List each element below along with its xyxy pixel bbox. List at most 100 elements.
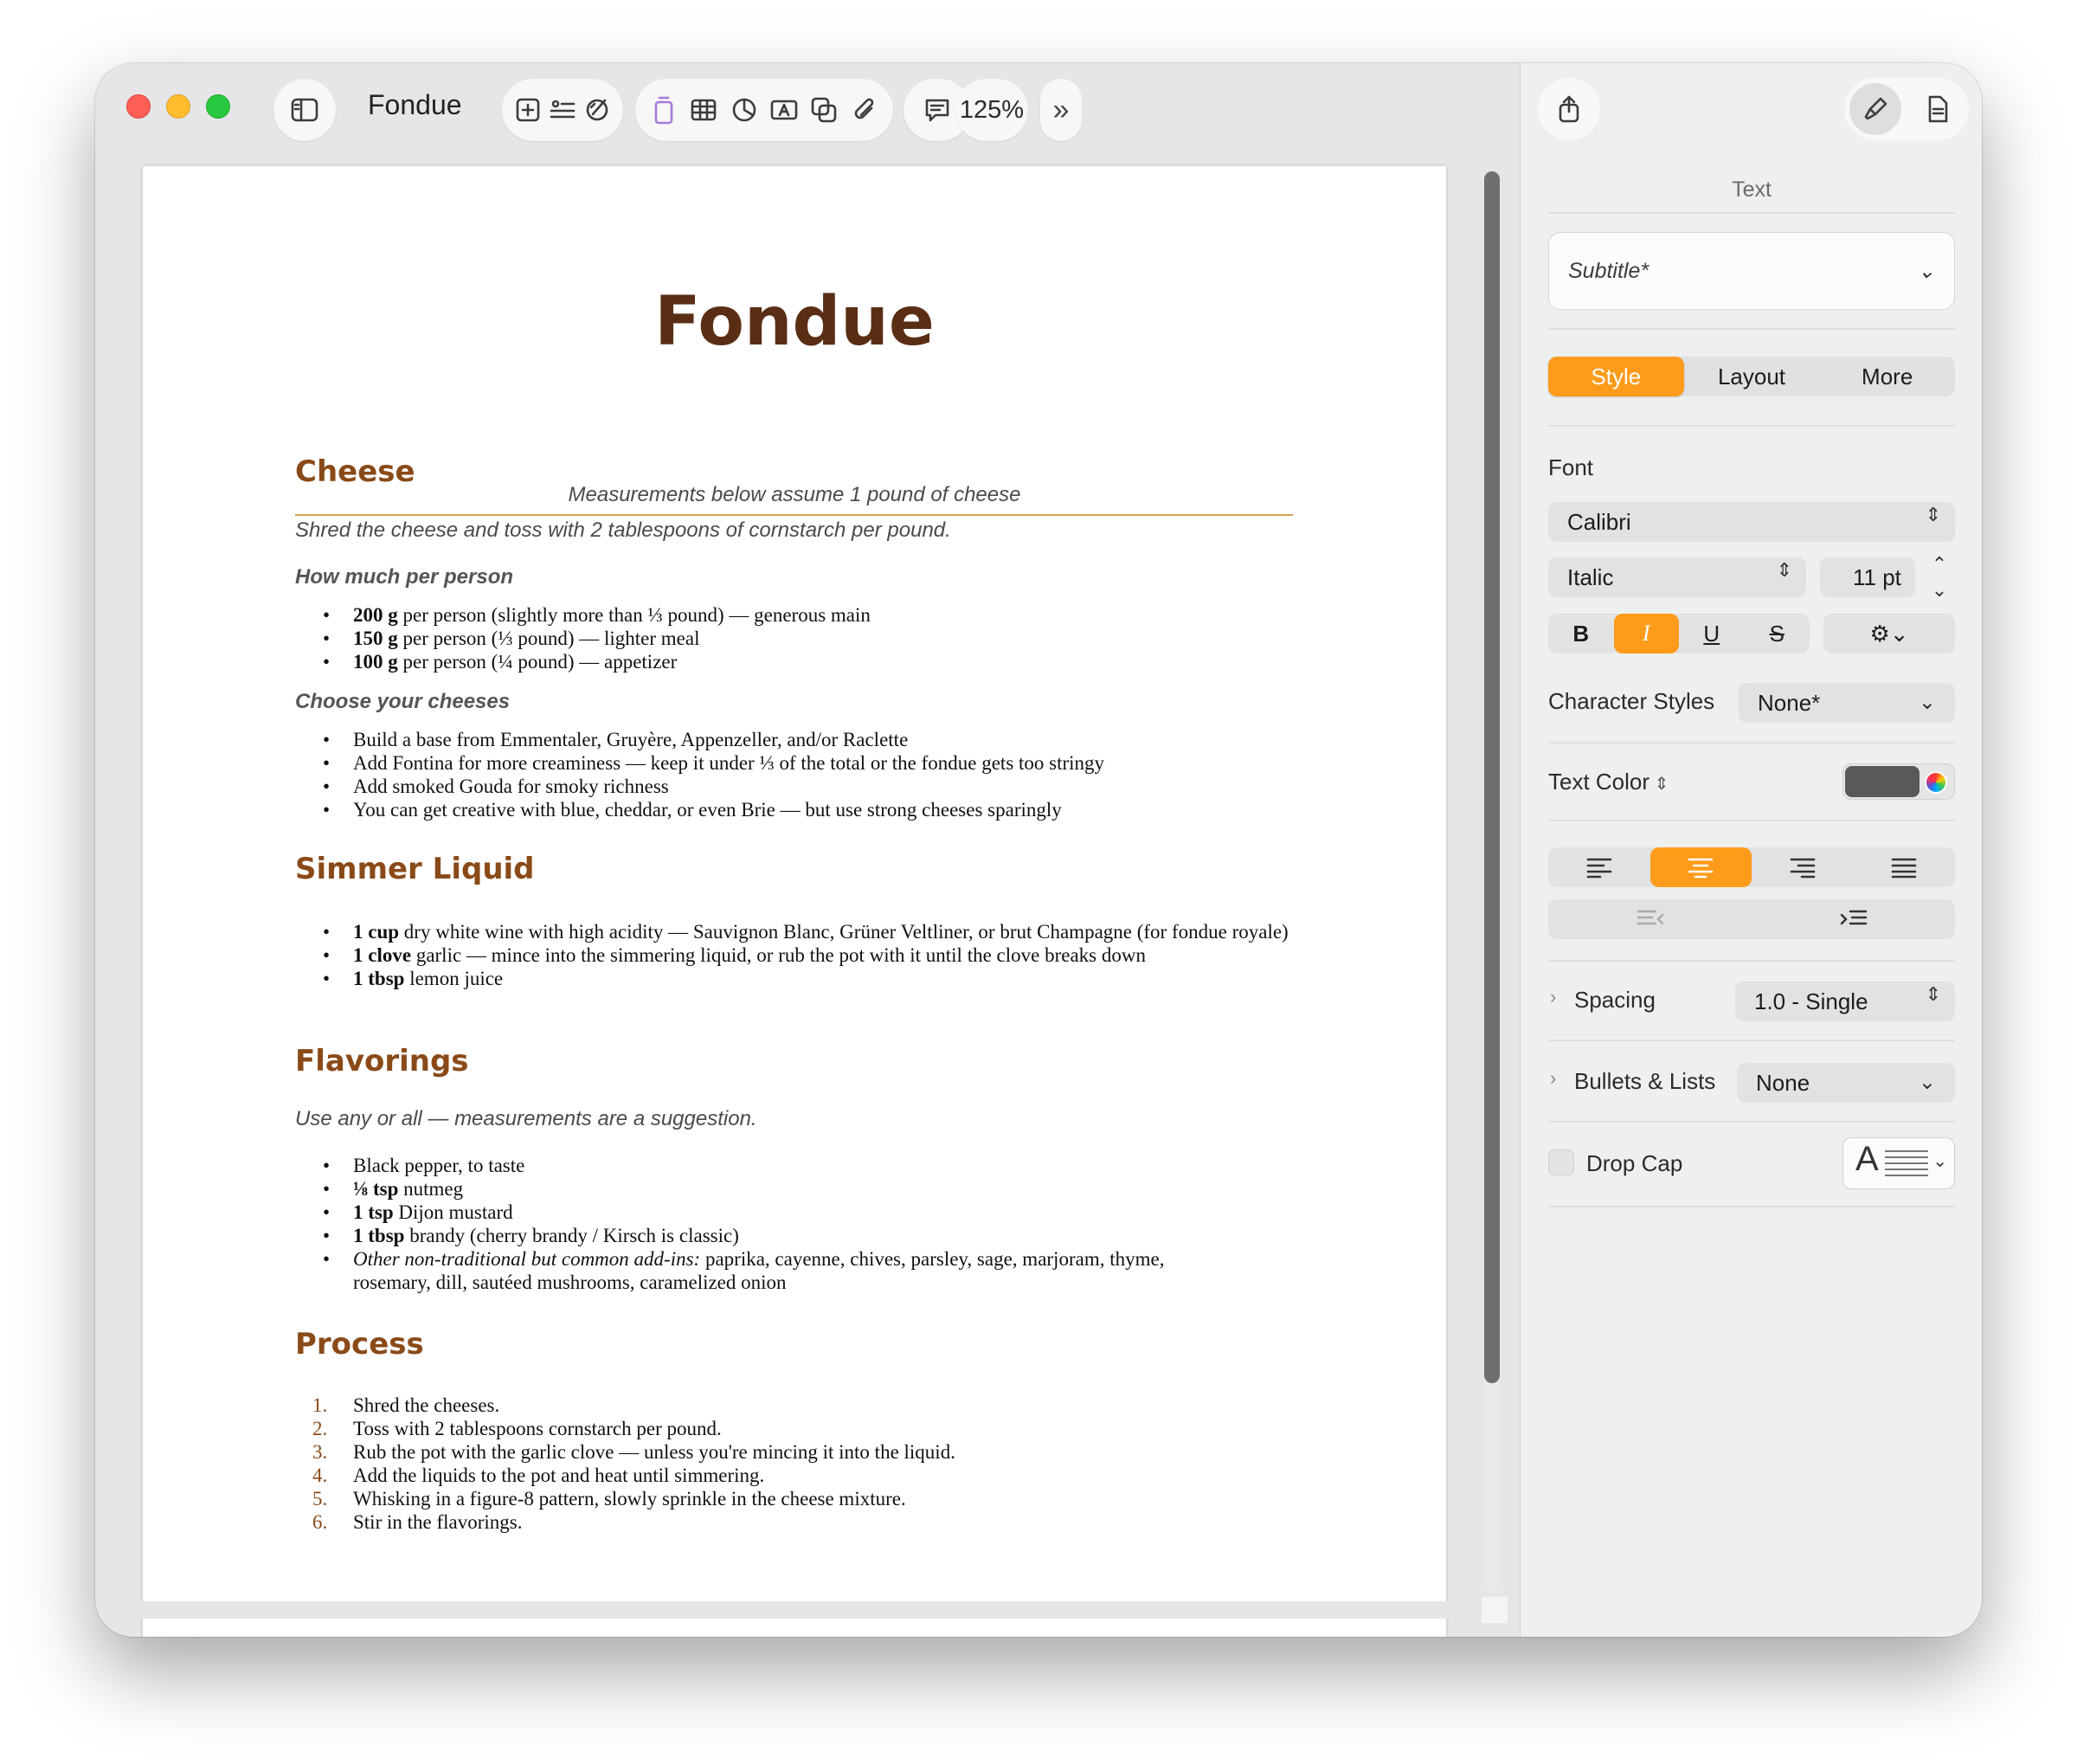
divider	[1548, 212, 1955, 214]
tab-more[interactable]: More	[1819, 357, 1955, 396]
text-box-icon[interactable]	[644, 84, 684, 136]
heading-choose-cheeses[interactable]: Choose your cheeses	[295, 690, 510, 714]
tab-layout[interactable]: Layout	[1684, 357, 1820, 396]
advanced-options-button[interactable]: ⚙⌄	[1823, 614, 1955, 653]
strikethrough-button[interactable]: S	[1745, 614, 1810, 653]
close-window-button[interactable]	[126, 94, 151, 119]
justify-button[interactable]	[1854, 847, 1956, 887]
color-wheel-icon[interactable]	[1925, 771, 1947, 794]
italic-button[interactable]: I	[1613, 614, 1679, 653]
list-item[interactable]: 100 g per person (¼ pound) — appetizer	[295, 650, 871, 673]
list-item[interactable]: Add smoked Gouda for smoky richness	[295, 775, 1104, 798]
chart-icon[interactable]	[724, 84, 764, 136]
heading-per-person[interactable]: How much per person	[295, 565, 513, 589]
minimize-window-button[interactable]	[166, 94, 190, 119]
increase-indent-button[interactable]	[1752, 899, 1955, 939]
document-area: Fondue 125% » Fondue Measurements below …	[95, 63, 1520, 1637]
sidebar-toggle-button[interactable]	[273, 79, 336, 141]
chevron-up-icon[interactable]: ⌃	[1932, 553, 1947, 576]
list-item[interactable]: Black pepper, to taste	[295, 1154, 1247, 1177]
attachment-icon[interactable]	[845, 84, 884, 136]
align-center-icon	[1688, 858, 1714, 879]
list-item[interactable]: 2. Toss with 2 tablespoons cornstarch per…	[295, 1417, 955, 1440]
list-item[interactable]: 150 g per person (⅓ pound) — lighter mea…	[295, 627, 871, 650]
list-item[interactable]: 6. Stir in the flavorings.	[295, 1510, 955, 1534]
list-item[interactable]: 5. Whisking in a figure-8 pattern, slowly…	[295, 1487, 955, 1510]
list-item[interactable]: 200 g per person (slightly more than ⅓ p…	[295, 603, 871, 627]
font-family-value: Calibri	[1567, 508, 1631, 535]
cheese-intro[interactable]: Shred the cheese and toss with 2 tablesp…	[295, 518, 951, 543]
format-tab[interactable]	[1849, 83, 1901, 135]
underline-button[interactable]: U	[1679, 614, 1745, 653]
spacing-menu[interactable]: 1.0 - Single ⇕	[1735, 982, 1955, 1021]
font-label: Font	[1548, 454, 1594, 480]
flavorings-intro[interactable]: Use any or all — measurements are a sugg…	[295, 1107, 757, 1131]
indent-buttons	[1548, 899, 1955, 939]
heading-process[interactable]: Process	[295, 1327, 424, 1362]
add-page-icon[interactable]	[511, 84, 545, 136]
share-button[interactable]	[1538, 78, 1600, 140]
color-swatch[interactable]	[1845, 766, 1919, 797]
scroll-thumb[interactable]	[1484, 171, 1500, 1383]
divider	[1548, 328, 1955, 330]
document-page[interactable]: Fondue Measurements below assume 1 pound…	[143, 166, 1446, 1637]
heading-flavorings[interactable]: Flavorings	[295, 1044, 469, 1078]
list-item[interactable]: 1. Shred the cheeses.	[295, 1394, 955, 1417]
character-styles-label: Character Styles	[1548, 688, 1715, 714]
tab-style[interactable]: Style	[1548, 357, 1684, 396]
list-item[interactable]: You can get creative with blue, cheddar,…	[295, 798, 1104, 821]
table-icon[interactable]	[684, 84, 723, 136]
decrease-indent-button[interactable]	[1548, 899, 1752, 939]
align-left-icon	[1586, 858, 1612, 879]
sidebar-icon	[279, 84, 331, 136]
bullets-disclosure-icon[interactable]: ›	[1550, 1067, 1556, 1090]
shape-icon[interactable]	[804, 84, 844, 136]
list-item[interactable]: 4. Add the liquids to the pot and heat un…	[295, 1464, 955, 1487]
list-item[interactable]: 1 tsp Dijon mustard	[295, 1201, 1247, 1224]
list-item[interactable]: Other non-traditional but common add-ins…	[295, 1247, 1247, 1294]
list-item[interactable]: 3. Rub the pot with the garlic clove — un…	[295, 1440, 955, 1464]
drop-cap-style-menu[interactable]: A ⌄	[1842, 1137, 1955, 1189]
bullets-lists-label[interactable]: Bullets & Lists	[1574, 1068, 1715, 1095]
list-item[interactable]: 1 clove garlic — mince into the simmerin…	[295, 943, 1334, 967]
font-style-menu[interactable]: Italic ⇕	[1548, 557, 1806, 597]
heading-simmer-liquid[interactable]: Simmer Liquid	[295, 852, 535, 886]
text-frame-icon[interactable]	[764, 84, 804, 136]
document-title[interactable]: Fondue	[143, 283, 1446, 361]
list-item[interactable]: 1 tbsp brandy (cherry brandy / Kirsch is…	[295, 1224, 1247, 1247]
align-left-button[interactable]	[1548, 847, 1650, 887]
zoom-menu[interactable]: 125%	[955, 79, 1028, 141]
list-item[interactable]: ⅛ tsp nutmeg	[295, 1177, 1247, 1201]
drop-cap-checkbox[interactable]	[1548, 1149, 1574, 1175]
text-color-label[interactable]: Text Color ⇕	[1548, 769, 1669, 795]
font-size-stepper[interactable]: ⌃ ⌄	[1924, 553, 1955, 602]
heading-cheese[interactable]: Cheese	[295, 454, 415, 489]
align-center-button[interactable]	[1649, 847, 1752, 887]
format-paint-icon[interactable]	[580, 84, 614, 136]
paragraph-style-menu[interactable]: Subtitle* ⌄	[1548, 232, 1955, 310]
bullets-lists-menu[interactable]: None ⌄	[1737, 1063, 1955, 1103]
bold-button[interactable]: B	[1548, 614, 1614, 653]
spacing-disclosure-icon[interactable]: ›	[1550, 986, 1556, 1008]
more-toolbar-button[interactable]: »	[1040, 79, 1082, 141]
list-item[interactable]: Add Fontina for more creaminess — keep i…	[295, 751, 1104, 775]
align-right-button[interactable]	[1752, 847, 1854, 887]
list-item[interactable]: 1 cup dry white wine with high acidity —…	[295, 920, 1334, 943]
vertical-scrollbar[interactable]	[1484, 171, 1500, 1591]
text-color-well[interactable]	[1842, 763, 1955, 800]
document-tab[interactable]	[1912, 83, 1964, 135]
zoom-window-button[interactable]	[206, 94, 230, 119]
toolbar-group-insert	[502, 79, 623, 141]
list-item[interactable]: 1 tbsp lemon juice	[295, 967, 1334, 990]
paintbrush-icon	[1864, 97, 1887, 120]
process-list: 1. Shred the cheeses. 2. Toss with 2 table…	[295, 1394, 955, 1534]
insert-list-icon[interactable]	[545, 84, 580, 136]
font-family-menu[interactable]: Calibri ⇕	[1548, 502, 1955, 542]
chevron-down-icon[interactable]: ⌄	[1932, 579, 1947, 602]
spacing-label[interactable]: Spacing	[1574, 987, 1656, 1014]
font-size-field[interactable]: 11 pt	[1820, 557, 1915, 597]
list-item[interactable]: Build a base from Emmentaler, Gruyère, A…	[295, 728, 1104, 751]
horizontal-scrollbar[interactable]	[132, 1601, 1473, 1619]
character-styles-menu[interactable]: None* ⌄	[1739, 683, 1955, 723]
inspector-tabs	[1844, 78, 1969, 140]
